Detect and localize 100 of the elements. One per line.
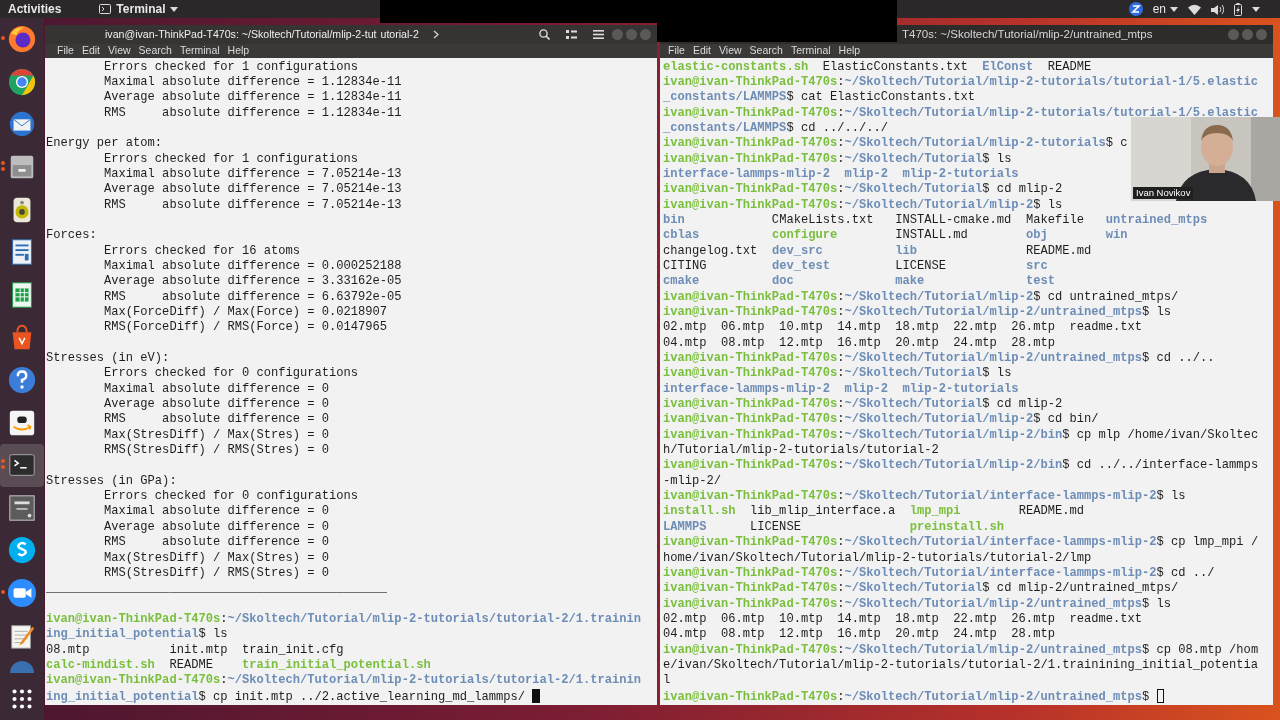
- terminal-line: ivan@ivan-ThinkPad-T470s:~/Skoltech/Tutorial$ cd mlip-2: [663, 397, 1063, 412]
- terminal-line: 08.mtp init.mtp train_init.cfg: [46, 642, 344, 657]
- terminal-line: Max(ForceDiff) / Max(Force) = 0.0218907: [103, 305, 388, 319]
- terminal-line: ivan@ivan-ThinkPad-T470s:~/Skoltech/Tutorial/mlip-2-tutorials/tutorial-1/5.elastic: [663, 105, 1259, 120]
- window-title: T470s: ~/Skoltech/Tutorial/mlip-2/untrained_mtps: [902, 26, 1153, 42]
- terminal-line: calc-mindist.sh README train_initial_potential.sh: [46, 657, 431, 672]
- terminal-line: Maximal absolute difference = 1.12834e-11: [103, 74, 402, 89]
- terminal-line: Average absolute difference = 0: [103, 397, 330, 412]
- terminal-line: Average absolute difference = 0: [103, 519, 330, 534]
- browser-icon[interactable]: [7, 66, 37, 97]
- terminal-line: Max(StresDiff) / Max(Stres) = 0: [103, 427, 330, 442]
- terminal-line: RMS absolute difference = 0: [103, 535, 330, 550]
- terminal-line: interface-lammps-mlip-2 mlip-2 mlip-2-tutorials: [663, 166, 1019, 181]
- terminal-line: ivan@ivan-ThinkPad-T470s:~/Skoltech/Tutorial$ cd mlip-2/untrained_mtps/: [663, 581, 1179, 596]
- terminal-line: ivan@ivan-ThinkPad-T470s:~/Skoltech/Tutorial/mlip-2$ ls: [663, 197, 1063, 212]
- battery-icon[interactable]: [1234, 2, 1242, 16]
- menu-item[interactable]: Search: [134, 43, 176, 59]
- menu-item[interactable]: Terminal: [175, 43, 224, 59]
- terminal-line: ivan@ivan-ThinkPad-T470s:~/Skoltech/Tutorial/mlip-2/bin$ cp mlp /home/ivan/Skoltec: [663, 427, 1259, 442]
- terminal-line: cmake doc make test: [663, 274, 1055, 289]
- terminal-line: 02.mtp 06.mtp 10.mtp 14.mtp 18.mtp 22.mtp 26.mtp readme.txt: [663, 611, 1142, 626]
- terminal-icon: [99, 4, 112, 14]
- terminal-line: interface-lammps-mlip-2 mlip-2 mlip-2-tutorials: [663, 381, 1019, 396]
- caret-icon[interactable]: [1252, 6, 1260, 12]
- terminal-line: ivan@ivan-ThinkPad-T470s:~/Skoltech/Tutorial/mlip-2-tutorials/tutorial-2/1.trainin: [46, 611, 642, 626]
- menu-item[interactable]: Edit: [77, 43, 104, 59]
- wifi-icon[interactable]: [1188, 3, 1201, 15]
- terminal-line: ivan@ivan-ThinkPad-T470s:~/Skoltech/Tutorial/interface-lammps-mlip-2$ ls: [663, 489, 1186, 504]
- terminal-line: 02.mtp 06.mtp 10.mtp 14.mtp 18.mtp 22.mtp 26.mtp readme.txt: [663, 320, 1142, 335]
- terminal-line: ivan@ivan-ThinkPad-T470s:~/Skoltech/Tutorial/interface-lammps-mlip-2$ cp lmp_mpi /: [663, 535, 1259, 550]
- terminal-line: ivan@ivan-ThinkPad-T470s:~/Skoltech/Tutorial/mlip-2/untrained_mtps$: [663, 689, 1150, 704]
- app-menu[interactable]: Terminal: [99, 0, 179, 18]
- terminal-line: ivan@ivan-ThinkPad-T470s:~/Skoltech/Tutorial/mlip-2/untrained_mtps$ ls: [663, 596, 1172, 611]
- terminal-line: ivan@ivan-ThinkPad-T470s:~/Skoltech/Tutorial$ ls: [663, 151, 1012, 166]
- terminal-line: Errors checked for 0 configurations: [103, 489, 359, 504]
- terminal-line: e/ivan/Skoltech/Tutorial/mlip-2-tutorials/tutorial-2/1.trainining_initial_potentia: [663, 657, 1259, 672]
- terminal-line: _constants/LAMMPS$ cat ElasticConstants.txt: [663, 90, 976, 105]
- terminal-line: Errors checked for 0 configurations: [103, 366, 359, 381]
- terminal-line: _constants/LAMMPS$ cd ../../../: [663, 120, 888, 135]
- volume-icon[interactable]: [1211, 3, 1224, 15]
- chevron-icon[interactable]: [432, 30, 439, 39]
- menu-item[interactable]: View: [715, 43, 746, 59]
- menu-item[interactable]: File: [664, 43, 689, 59]
- terminal-line: ivan@ivan-ThinkPad-T470s:~/Skoltech/Tutorial/mlip-2/untrained_mtps$ cp 08.mtp /hom: [663, 642, 1259, 657]
- terminal-line: home/ivan/Skoltech/Tutorial/mlip-2-tutorials/tutorial-2/lmp: [663, 550, 1092, 565]
- help-icon[interactable]: [7, 365, 37, 396]
- terminal-line: ivan@ivan-ThinkPad-T470s:~/Skoltech/Tutorial$ cd mlip-2: [663, 182, 1063, 197]
- terminal-line: 04.mtp 08.mtp 12.mtp 16.mtp 20.mtp 24.mtp 28.mtp: [663, 627, 1055, 642]
- menu-item[interactable]: Help: [834, 43, 865, 59]
- terminal-line: ing_initial_potential$ cp init.mtp ../2.active_learning_md_lammps/: [46, 689, 525, 704]
- terminal-line: ivan@ivan-ThinkPad-T470s:~/Skoltech/Tutorial/mlip-2$ cd bin/: [663, 412, 1099, 427]
- terminal-line: RMS absolute difference = 1.12834e-11: [103, 105, 402, 120]
- menu-item[interactable]: View: [104, 43, 135, 59]
- terminal-line: elastic-constants.sh ElasticConstants.txt ElConst README: [663, 59, 1092, 74]
- terminal-line: RMS(ForceDiff) / RMS(Force) = 0.0147965: [103, 320, 388, 335]
- terminal-line: Maximal absolute difference = 7.05214e-13: [103, 166, 402, 181]
- terminal-line: install.sh lib_mlip_interface.a lmp_mpi README.md: [663, 504, 1084, 519]
- status-icon[interactable]: [1128, 2, 1143, 16]
- terminal-line: ivan@ivan-ThinkPad-T470s:~/Skoltech/Tutorial/interface-lammps-mlip-2$ cd ../: [663, 565, 1215, 580]
- terminal-line: RMS(StresDiff) / RMS(Stres) = 0: [103, 443, 330, 458]
- terminal-line: RMS(StresDiff) / RMS(Stres) = 0: [103, 565, 330, 580]
- keyboard-layout-menu[interactable]: en: [1152, 0, 1178, 18]
- terminal-line: ivan@ivan-ThinkPad-T470s:~/Skoltech/Tutorial/mlip-2/untrained_mtps$ ls: [663, 305, 1172, 319]
- terminal-line: ivan@ivan-ThinkPad-T470s:~/Skoltech/Tutorial/mlip-2-tutorials/tutorial-1/5.elastic: [663, 74, 1259, 89]
- terminal-line: ivan@ivan-ThinkPad-T470s:~/Skoltech/Tutorial/mlip-2/untrained_mtps$ cd ../..: [663, 351, 1215, 366]
- participant-name: Ivan Novikov: [1133, 187, 1194, 199]
- terminal-line: l: [663, 673, 671, 688]
- terminal-line: Stresses (in GPa):: [46, 473, 177, 488]
- terminal-line: h/Tutorial/mlip-2-tutorials/tutorial-2: [663, 443, 939, 458]
- terminal-line: RMS absolute difference = 6.63792e-05: [103, 289, 402, 304]
- menu-item[interactable]: Search: [745, 43, 787, 59]
- terminal-line: ing_initial_potential$ ls: [46, 627, 228, 642]
- terminal-line: Average absolute difference = 3.33162e-05: [103, 274, 402, 289]
- terminal-line: bin CMakeLists.txt INSTALL-cmake.md Makefile untrained_mtps: [663, 212, 1208, 227]
- menu-item[interactable]: Terminal: [786, 43, 835, 59]
- terminal-line: 04.mtp 08.mtp 12.mtp 16.mtp 20.mtp 24.mtp 28.mtp: [663, 335, 1055, 350]
- terminal-line: LAMMPS LICENSE preinstall.sh: [663, 519, 1005, 534]
- terminal-line: Average absolute difference = 7.05214e-13: [103, 182, 402, 197]
- search-icon[interactable]: [539, 29, 550, 40]
- menu-item[interactable]: Help: [223, 43, 254, 59]
- list-view-icon[interactable]: [566, 30, 577, 39]
- terminal-line: Energy per atom:: [46, 136, 163, 151]
- terminal-line: Maximal absolute difference = 0: [103, 381, 330, 396]
- terminal-line: cblas configure INSTALL.md obj win: [663, 228, 1128, 243]
- terminal-line: Errors checked for 1 configurations: [103, 59, 359, 74]
- caret-icon: [170, 6, 179, 12]
- terminal-line: ivan@ivan-ThinkPad-T470s:~/Skoltech/Tutorial/mlip-2-tutorials/tutorial-2/1.trainin: [46, 673, 642, 688]
- terminal-line: RMS absolute difference = 7.05214e-13: [103, 197, 402, 212]
- menu-item[interactable]: Edit: [688, 43, 715, 59]
- menu-item[interactable]: File: [53, 43, 78, 59]
- terminal-line: Forces:: [46, 228, 97, 243]
- terminal-line: Errors checked for 1 configurations: [103, 151, 359, 166]
- terminal-line: RMS absolute difference = 0: [103, 412, 330, 427]
- video-camera-icon[interactable]: [7, 578, 37, 608]
- window-title: utorial-2: [380, 26, 419, 42]
- menu-icon[interactable]: [593, 30, 604, 39]
- activities-button[interactable]: Activities: [8, 0, 62, 18]
- terminal-line: changelog.txt dev_src lib README.md: [663, 243, 1092, 258]
- terminal-line: Average absolute difference = 1.12834e-11: [103, 90, 402, 105]
- app-icon[interactable]: [8, 658, 36, 673]
